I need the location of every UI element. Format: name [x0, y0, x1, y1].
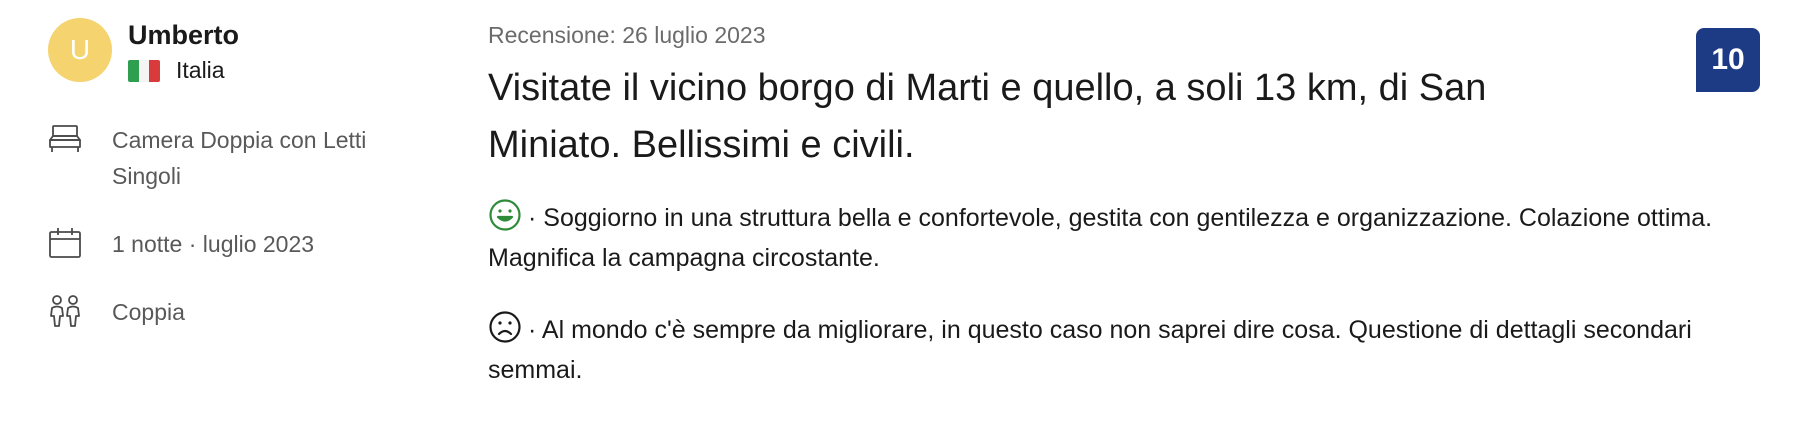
bed-icon — [49, 125, 81, 152]
negative-prefix: · — [528, 316, 537, 344]
review-score-badge: 10 — [1696, 28, 1760, 92]
calendar-icon — [49, 228, 81, 258]
avatar: U — [48, 18, 112, 82]
review-title: Visitate il vicino borgo di Marti e quel… — [488, 67, 1487, 166]
country-name: Italia — [176, 57, 225, 83]
stay-separator: · — [188, 231, 197, 257]
reviewer-column: U Umberto Italia Camera Doppia con Letti… — [48, 18, 448, 327]
review-date: Recensione: 26 luglio 2023 — [488, 22, 766, 48]
traveler-type-row: Coppia — [48, 294, 432, 330]
frown-icon — [489, 311, 521, 343]
positive-text: Soggiorno in una struttura bella e confo… — [488, 204, 1713, 272]
stay-info: 1 notte · luglio 2023 — [112, 226, 432, 262]
smile-icon — [489, 199, 521, 231]
room-type: Camera Doppia con Letti Singoli — [112, 127, 367, 189]
traveler-type: Coppia — [112, 299, 185, 325]
room-type-row: Camera Doppia con Letti Singoli — [48, 122, 432, 194]
negative-comment: · Al mondo c'è sempre da migliorare, in … — [488, 310, 1758, 390]
positive-comment: · Soggiorno in una struttura bella e con… — [488, 198, 1758, 278]
nights-count: 1 notte — [112, 231, 183, 257]
couple-icon — [50, 295, 80, 327]
review-card: U Umberto Italia Camera Doppia con Letti… — [0, 0, 1794, 432]
italy-flag-icon — [128, 59, 160, 82]
reviewer-info: Umberto Italia — [128, 19, 239, 84]
negative-text: Al mondo c'è sempre da migliorare, in qu… — [488, 316, 1692, 384]
review-content: Recensione: 26 luglio 2023 Visitate il v… — [488, 18, 1748, 390]
stay-date: luglio 2023 — [202, 231, 315, 257]
positive-prefix: · — [528, 204, 537, 232]
reviewer-country: Italia — [128, 57, 239, 84]
stay-row: 1 notte · luglio 2023 — [48, 226, 432, 262]
reviewer-header: U Umberto Italia — [48, 18, 448, 88]
reviewer-name: Umberto — [128, 20, 240, 50]
